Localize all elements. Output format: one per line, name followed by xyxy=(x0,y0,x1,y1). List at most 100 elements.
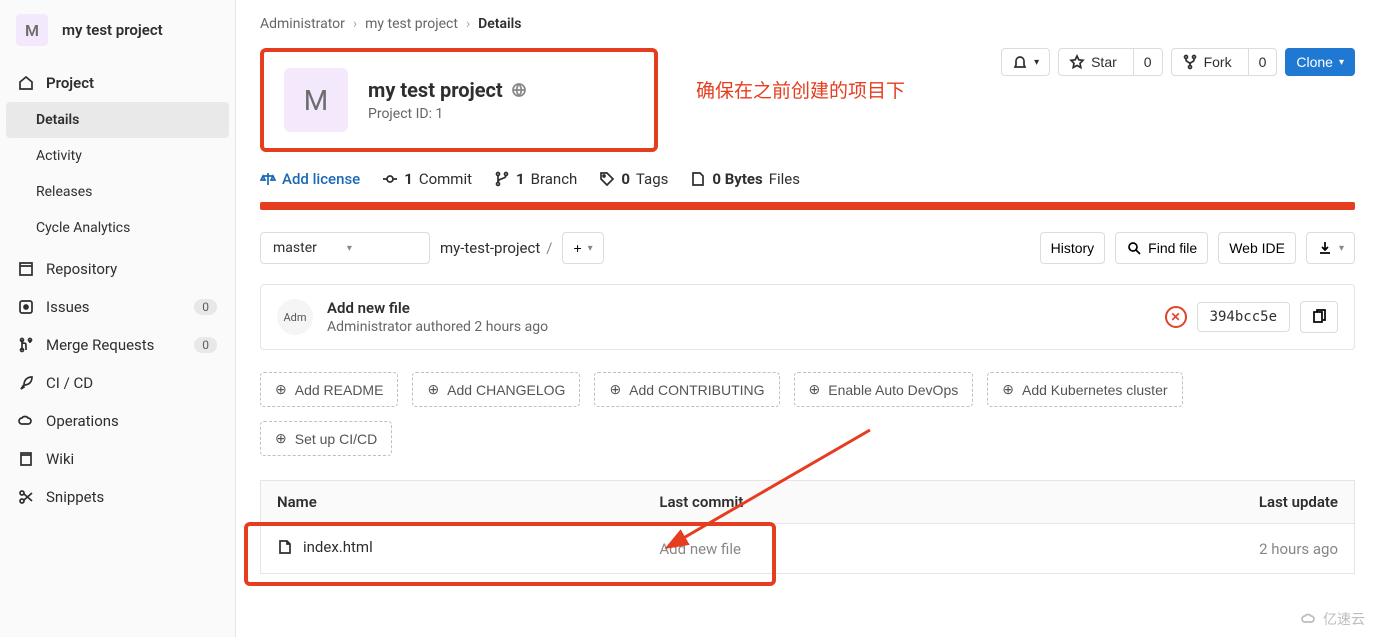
breadcrumb-root[interactable]: Administrator xyxy=(260,16,345,32)
nav-repository[interactable]: Repository xyxy=(0,250,235,288)
copy-sha-button[interactable] xyxy=(1300,301,1338,333)
annotation-box-header: M my test project Project ID: 1 xyxy=(260,48,658,152)
add-contributing-button[interactable]: ⊕Add CONTRIBUTING xyxy=(594,372,779,407)
col-commit: Last commit xyxy=(643,481,1135,524)
chevron-down-icon: ▾ xyxy=(1034,57,1039,68)
fork-count: 0 xyxy=(1248,49,1277,75)
plus-circle-icon: ⊕ xyxy=(275,381,287,398)
nav-project-label: Project xyxy=(46,74,94,92)
rocket-icon xyxy=(18,375,34,391)
file-last-update: 2 hours ago xyxy=(1136,524,1355,574)
table-row[interactable]: index.html Add new file 2 hours ago xyxy=(261,524,1355,574)
nav-details[interactable]: Details xyxy=(6,102,229,138)
commits-stat[interactable]: 1Commit xyxy=(382,170,472,188)
commit-title[interactable]: Add new file xyxy=(327,299,548,317)
merge-count-badge: 0 xyxy=(194,337,217,353)
nav-cycle-analytics[interactable]: Cycle Analytics xyxy=(0,210,235,246)
issues-count-badge: 0 xyxy=(194,299,217,315)
quick-add-row: ⊕Add README ⊕Add CHANGELOG ⊕Add CONTRIBU… xyxy=(260,372,1355,407)
col-name: Name xyxy=(261,481,644,524)
nav-wiki[interactable]: Wiki xyxy=(0,440,235,478)
project-title: my test project xyxy=(368,78,503,102)
chevron-right-icon xyxy=(466,16,470,32)
history-button[interactable]: History xyxy=(1040,232,1106,264)
web-ide-button[interactable]: Web IDE xyxy=(1218,232,1296,264)
chevron-down-icon: ▾ xyxy=(588,243,593,254)
path-segment[interactable]: my-test-project xyxy=(440,239,540,257)
commit-author-avatar: Adm xyxy=(277,299,313,335)
nav-cicd[interactable]: CI / CD xyxy=(0,364,235,402)
star-button[interactable]: Star 0 xyxy=(1058,48,1162,76)
plus-circle-icon: ⊕ xyxy=(1002,381,1014,398)
book-icon xyxy=(18,451,34,467)
chevron-down-icon: ▾ xyxy=(347,243,352,254)
project-avatar-small: M xyxy=(16,14,48,46)
commit-author: Administrator authored xyxy=(327,319,471,335)
main-content: Administrator my test project Details M … xyxy=(236,0,1379,637)
nav-operations[interactable]: Operations xyxy=(0,402,235,440)
breadcrumb-project[interactable]: my test project xyxy=(365,16,458,32)
sidebar-project-header[interactable]: M my test project xyxy=(0,0,235,60)
search-icon xyxy=(1126,240,1142,256)
annotation-divider xyxy=(260,202,1355,210)
annotation-text: 确保在之前创建的项目下 xyxy=(696,76,905,103)
enable-devops-button[interactable]: ⊕Enable Auto DevOps xyxy=(794,372,974,407)
file-last-commit[interactable]: Add new file xyxy=(643,524,1135,574)
folder-icon xyxy=(18,261,34,277)
tags-stat[interactable]: 0Tags xyxy=(599,170,668,188)
chevron-down-icon: ▾ xyxy=(1339,57,1344,68)
add-k8s-button[interactable]: ⊕Add Kubernetes cluster xyxy=(987,372,1182,407)
find-file-button[interactable]: Find file xyxy=(1115,232,1208,264)
stats-row: Add license 1Commit 1Branch 0Tags 0 Byte… xyxy=(260,170,1355,188)
sidebar: M my test project Project Details Activi… xyxy=(0,0,236,637)
download-button[interactable]: ▾ xyxy=(1306,232,1355,264)
globe-icon xyxy=(511,82,527,98)
files-table: Name Last commit Last update index.html … xyxy=(260,480,1355,574)
nav-releases[interactable]: Releases xyxy=(0,174,235,210)
commit-sha[interactable]: 394bcc5e xyxy=(1197,302,1290,332)
breadcrumb: Administrator my test project Details xyxy=(260,12,1355,36)
bell-icon xyxy=(1012,54,1028,70)
nav-activity[interactable]: Activity xyxy=(0,138,235,174)
notification-button[interactable]: ▾ xyxy=(1001,48,1050,76)
project-avatar-large: M xyxy=(284,68,348,132)
pipeline-status-failed-icon[interactable]: ✕ xyxy=(1165,306,1187,328)
branch-select[interactable]: master ▾ xyxy=(260,232,430,264)
add-changelog-button[interactable]: ⊕Add CHANGELOG xyxy=(412,372,580,407)
add-file-button[interactable]: + ▾ xyxy=(562,232,603,264)
col-update: Last update xyxy=(1136,481,1355,524)
nav-snippets[interactable]: Snippets xyxy=(0,478,235,516)
files-stat[interactable]: 0 BytesFiles xyxy=(690,170,800,188)
issues-icon xyxy=(18,299,34,315)
commit-icon xyxy=(382,171,398,187)
nav-project[interactable]: Project xyxy=(0,64,235,102)
plus-circle-icon: ⊕ xyxy=(427,381,439,398)
project-id-label: Project ID: 1 xyxy=(368,106,527,122)
cloud-icon xyxy=(18,413,34,429)
clone-button[interactable]: Clone ▾ xyxy=(1285,48,1355,76)
file-icon xyxy=(277,539,293,555)
star-count: 0 xyxy=(1133,49,1162,75)
add-license-link[interactable]: Add license xyxy=(260,170,360,188)
repo-path: my-test-project / xyxy=(440,239,552,257)
download-icon xyxy=(1317,240,1333,256)
nav-merge-requests[interactable]: Merge Requests 0 xyxy=(0,326,235,364)
fork-button[interactable]: Fork 0 xyxy=(1171,48,1278,76)
fork-icon xyxy=(1182,54,1198,70)
setup-cicd-button[interactable]: ⊕Set up CI/CD xyxy=(260,421,392,456)
chevron-right-icon xyxy=(353,16,357,32)
nav-issues[interactable]: Issues 0 xyxy=(0,288,235,326)
repo-toolbar: master ▾ my-test-project / + ▾ History F… xyxy=(260,232,1355,264)
branch-icon xyxy=(494,171,510,187)
scale-icon xyxy=(260,171,276,187)
tag-icon xyxy=(599,171,615,187)
plus-icon: + xyxy=(573,240,581,256)
commit-time: 2 hours ago xyxy=(474,319,548,335)
branches-stat[interactable]: 1Branch xyxy=(494,170,577,188)
merge-icon xyxy=(18,337,34,353)
plus-circle-icon: ⊕ xyxy=(809,381,821,398)
plus-circle-icon: ⊕ xyxy=(609,381,621,398)
file-name[interactable]: index.html xyxy=(303,538,373,556)
last-commit-card: Adm Add new file Administrator authored … xyxy=(260,284,1355,350)
add-readme-button[interactable]: ⊕Add README xyxy=(260,372,398,407)
